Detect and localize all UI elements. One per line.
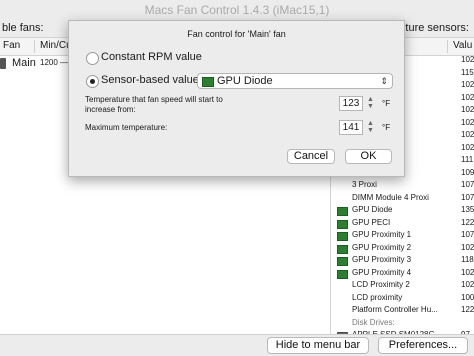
sensor-value: 102 — [461, 105, 474, 114]
bottom-bar: Hide to menu bar Preferences... — [0, 334, 474, 356]
fan-name: Main — [12, 57, 36, 69]
sensor-value: 107 — [461, 180, 474, 189]
sensor-row[interactable]: LCD proximity 100 — [331, 292, 474, 305]
sensor-value: 102 — [461, 92, 474, 102]
sensor-name: Disk Drives: — [352, 317, 395, 327]
sensor-row[interactable]: LCD Proximity 2 102 — [331, 279, 474, 292]
sensor-name: GPU PECI — [352, 217, 391, 227]
sensor-name: LCD proximity — [352, 292, 403, 302]
sensor-icon — [337, 182, 346, 189]
start-temp-label-line2: increase from: — [85, 105, 136, 114]
gpu-chip-icon — [337, 219, 348, 229]
sensor-row[interactable]: DIMM Module 4 Proxi 107 — [331, 192, 474, 205]
sensor-name: DIMM Module 4 Proxi — [352, 192, 429, 202]
sensor-value: 135 — [461, 205, 474, 214]
sensor-value: 122 — [461, 217, 474, 227]
start-temp-unit: °F — [382, 99, 391, 108]
sensor-value: 102 — [461, 130, 474, 139]
ok-button[interactable]: OK — [345, 149, 392, 164]
sensor-row[interactable]: GPU PECI 122 — [331, 217, 474, 230]
sensor-name: Platform Controller Hu... — [352, 305, 438, 314]
sensor-value: 102 — [461, 55, 474, 64]
column-separator — [34, 40, 35, 53]
fans-header-label: ble fans: — [2, 22, 44, 34]
start-temp-label: Temperature that fan speed will start to… — [85, 95, 223, 115]
preferences-button[interactable]: Preferences... — [378, 337, 468, 354]
sensor-value: 102 — [461, 280, 474, 289]
max-temp-input[interactable]: 141 — [339, 120, 363, 135]
sensor-value: 111 — [461, 155, 474, 164]
sensor-icon — [337, 282, 346, 289]
max-temp-unit: °F — [382, 123, 391, 132]
constant-rpm-label[interactable]: Constant RPM value — [101, 51, 202, 63]
sensor-value: 102 — [461, 80, 474, 89]
dialog-title: Fan control for 'Main' fan — [187, 29, 286, 39]
sensor-value: 107 — [461, 192, 474, 202]
sensor-value: 122 — [461, 305, 474, 314]
gpu-chip-icon — [337, 244, 348, 254]
fan-min-speed: 1200 — — [40, 58, 69, 67]
sensor-name: 3 Proxi — [352, 180, 377, 189]
sensor-select[interactable]: GPU Diode ⇕ — [197, 73, 393, 89]
sensor-row[interactable]: 3 Proxi 107 — [331, 179, 474, 192]
window-title: Macs Fan Control 1.4.3 (iMac15,1) — [0, 0, 474, 21]
start-temp-stepper[interactable]: ▲ ▼ — [366, 96, 375, 111]
sensor-row[interactable]: GPU Proximity 2 102 — [331, 242, 474, 255]
cancel-button[interactable]: Cancel — [287, 149, 335, 164]
column-min-current[interactable]: Min/Cu — [40, 40, 72, 51]
sensor-value: 109 — [461, 167, 474, 177]
start-temp-label-line1: Temperature that fan speed will start to — [85, 95, 223, 104]
sensor-row[interactable]: GPU Proximity 3 118 — [331, 254, 474, 267]
sensor-value: 102 — [461, 242, 474, 252]
max-temp-label: Maximum temperature: — [85, 123, 168, 132]
gpu-chip-icon — [202, 77, 214, 87]
sensor-name: GPU Proximity 2 — [352, 242, 412, 252]
sensor-value: 102 — [461, 267, 474, 277]
start-temp-input[interactable]: 123 — [339, 96, 363, 111]
sensor-based-label[interactable]: Sensor-based value — [101, 74, 199, 86]
fan-icon — [0, 58, 6, 69]
sensor-icon — [337, 295, 346, 302]
sensor-icon — [337, 320, 346, 327]
column-fan[interactable]: Fan — [3, 40, 20, 51]
sensor-row[interactable]: GPU Proximity 4 102 — [331, 267, 474, 280]
sensor-name: GPU Proximity 3 — [352, 255, 412, 264]
sensor-name: GPU Diode — [352, 205, 393, 214]
sensor-icon — [337, 307, 346, 314]
sensor-name: LCD Proximity 2 — [352, 280, 410, 289]
sensor-row[interactable]: GPU Proximity 1 107 — [331, 229, 474, 242]
gpu-chip-icon — [337, 269, 348, 279]
sensor-value: 115 — [461, 67, 474, 77]
column-value[interactable]: Valu — [453, 40, 472, 51]
gpu-chip-icon — [337, 232, 348, 241]
sensor-based-radio[interactable] — [86, 75, 99, 88]
sensors-header-label: ture sensors: — [405, 22, 469, 34]
sensor-row[interactable]: Platform Controller Hu... 122 — [331, 304, 474, 317]
sensor-value: 102 — [461, 142, 474, 152]
sensor-icon — [337, 195, 346, 202]
sensor-value: 100 — [461, 292, 474, 302]
chevron-updown-icon: ⇕ — [380, 76, 388, 86]
column-separator — [447, 40, 448, 53]
hide-to-menu-bar-button[interactable]: Hide to menu bar — [267, 337, 369, 354]
max-temp-stepper[interactable]: ▲ ▼ — [366, 120, 375, 135]
gpu-chip-icon — [337, 257, 348, 266]
sensor-value: 107 — [461, 230, 474, 239]
gpu-chip-icon — [337, 207, 348, 216]
sensor-select-value: GPU Diode — [217, 75, 273, 87]
constant-rpm-radio[interactable] — [86, 52, 99, 65]
sensor-row[interactable]: GPU Diode 135 — [331, 204, 474, 217]
fan-control-dialog: Fan control for 'Main' fan Constant RPM … — [68, 20, 405, 177]
sensor-value: 102 — [461, 117, 474, 127]
sensor-name: GPU Proximity 1 — [352, 230, 412, 239]
sensor-name: GPU Proximity 4 — [352, 267, 412, 277]
section-header: Disk Drives: — [331, 317, 474, 330]
sensor-value: 118 — [461, 255, 474, 264]
